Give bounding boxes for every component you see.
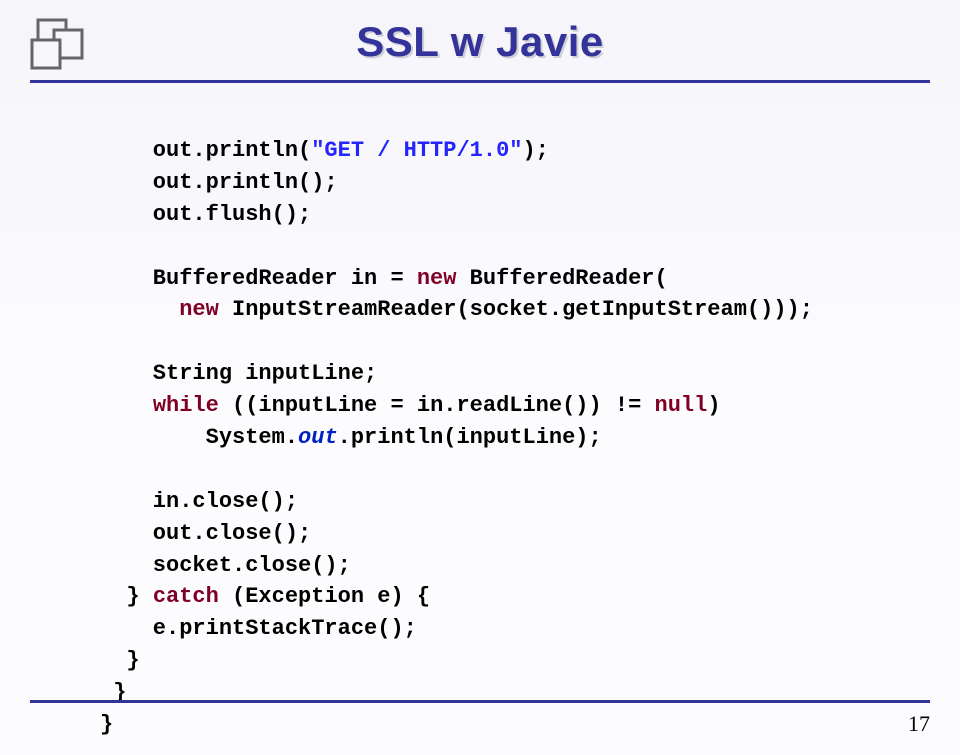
code-text: out.close(); <box>100 521 311 546</box>
code-text: ((inputLine = in.readLine()) != <box>219 393 655 418</box>
code-text: } <box>100 584 153 609</box>
code-text: System. <box>100 425 298 450</box>
code-text: out.println(); <box>100 170 338 195</box>
code-keyword: catch <box>153 584 219 609</box>
bottom-rule <box>30 700 930 703</box>
code-text: ) <box>707 393 720 418</box>
code-text: InputStreamReader(socket.getInputStream(… <box>219 297 813 322</box>
code-keyword: while <box>153 393 219 418</box>
code-keyword: new <box>417 266 457 291</box>
code-text: in.close(); <box>100 489 298 514</box>
title-wrap: SSL w Javie <box>0 18 960 66</box>
top-rule <box>30 80 930 83</box>
slide: SSL w Javie out.println("GET / HTTP/1.0"… <box>0 0 960 755</box>
code-text: BufferedReader in = <box>100 266 417 291</box>
code-text: BufferedReader( <box>456 266 667 291</box>
code-keyword: new <box>179 297 219 322</box>
code-text: ); <box>522 138 548 163</box>
code-text: socket.close(); <box>100 553 351 578</box>
code-text: String inputLine; <box>100 361 377 386</box>
code-text: out.println( <box>100 138 311 163</box>
code-text: } <box>100 712 113 737</box>
code-keyword: null <box>655 393 708 418</box>
code-text: .println(inputLine); <box>338 425 602 450</box>
code-block: out.println("GET / HTTP/1.0"); out.print… <box>100 135 813 741</box>
code-text: out.flush(); <box>100 202 311 227</box>
code-text: } <box>100 648 140 673</box>
code-text: e.printStackTrace(); <box>100 616 417 641</box>
code-string: "GET / HTTP/1.0" <box>311 138 522 163</box>
slide-title: SSL w Javie <box>356 18 604 65</box>
page-number: 17 <box>908 711 930 737</box>
code-field: out <box>298 425 338 450</box>
code-text: (Exception e) { <box>219 584 430 609</box>
